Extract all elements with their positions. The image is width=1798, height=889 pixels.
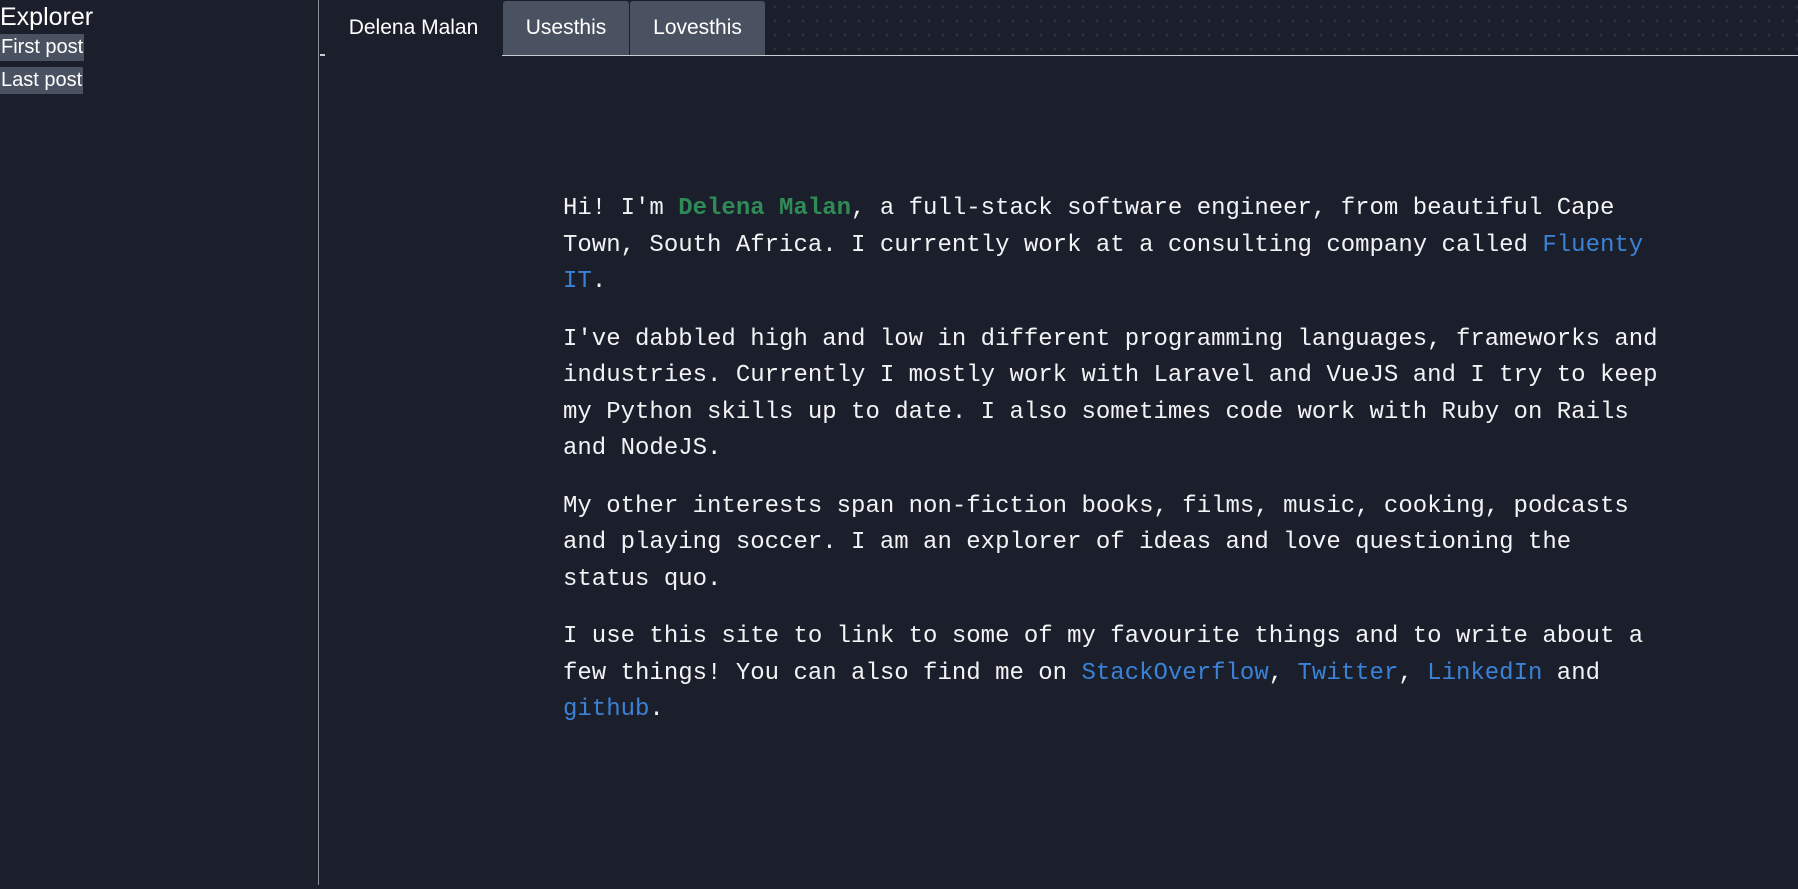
intro-suffix: . [591,268,607,295]
github-link[interactable]: github [563,696,649,723]
tab-bar: Delena Malan Usesthis Lovesthis [320,0,1798,57]
tab-delena-malan[interactable]: Delena Malan [325,1,502,57]
tab-usesthis[interactable]: Usesthis [503,1,629,55]
interests-paragraph: My other interests span non-fiction book… [563,492,1629,593]
twitter-link[interactable]: Twitter [1298,660,1399,687]
links-suffix: . [649,696,664,723]
sidebar-link-last-post[interactable]: Last post [0,67,84,94]
sidebar-title: Explorer [0,3,94,31]
intro-paragraph: Hi! I'm Delena Malan, a full-stack softw… [563,191,1658,301]
main-area: Delena Malan Usesthis Lovesthis Hi! I'm … [320,0,1798,889]
about-content: Hi! I'm Delena Malan, a full-stack softw… [563,191,1658,750]
stackoverflow-link[interactable]: StackOverflow [1081,660,1268,687]
explorer-sidebar: Explorer First post Last post [0,0,319,885]
links-separator: and [1542,659,1600,687]
linkedin-link[interactable]: LinkedIn [1427,660,1542,687]
tab-lovesthis[interactable]: Lovesthis [630,1,765,55]
sidebar-links: First post Last post [0,34,318,94]
author-name: Delena Malan [678,195,852,222]
skills-paragraph: I've dabbled high and low in different p… [563,325,1658,463]
links-separator: , [1268,659,1298,687]
intro-prefix: Hi! I'm [563,195,679,222]
links-separator: , [1398,659,1428,687]
links-paragraph: I use this site to link to some of my fa… [563,619,1658,729]
sidebar-link-first-post[interactable]: First post [0,34,85,61]
